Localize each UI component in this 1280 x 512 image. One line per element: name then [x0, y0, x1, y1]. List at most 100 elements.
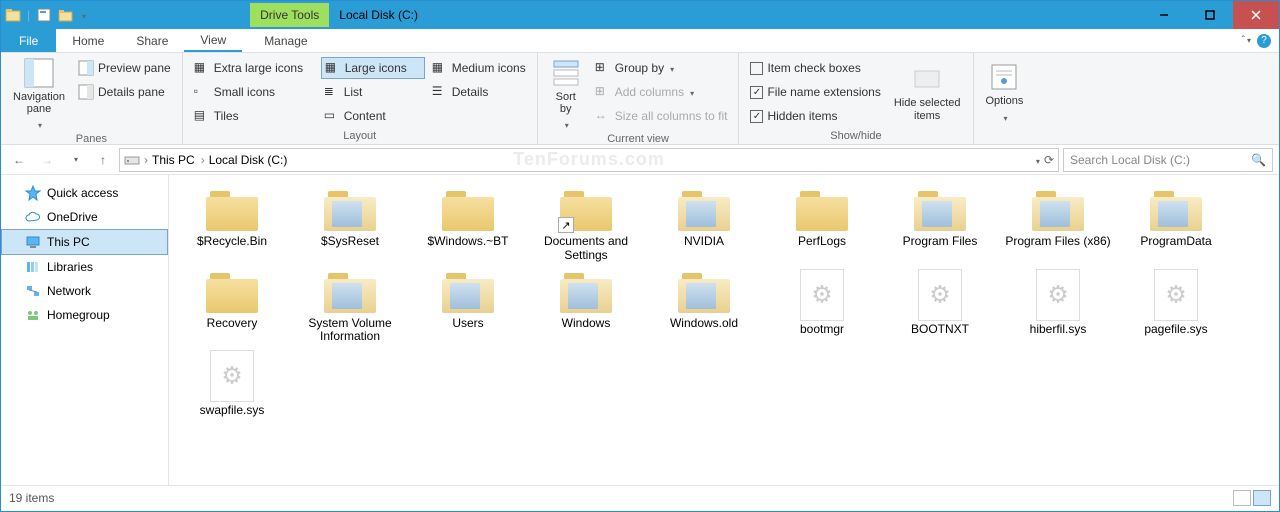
qat-separator: |	[27, 8, 30, 22]
new-folder-icon[interactable]	[58, 7, 74, 23]
file-list[interactable]: $Recycle.Bin $SysReset $Windows.~BT ↗Docume…	[169, 175, 1279, 485]
file-item[interactable]: Program Files (x86)	[1003, 187, 1113, 263]
breadcrumb-drive[interactable]: Local Disk (C:)	[209, 153, 288, 167]
close-button[interactable]	[1233, 1, 1279, 29]
small-icons-button[interactable]: ▫Small icons	[191, 81, 317, 103]
file-item[interactable]: hiberfil.sys	[1003, 269, 1113, 345]
folder-icon	[204, 269, 260, 315]
file-label: $SysReset	[321, 235, 379, 249]
system-file-icon	[800, 269, 844, 321]
file-label: NVIDIA	[684, 235, 724, 249]
content-button[interactable]: ▭Content	[321, 105, 425, 127]
sidebar-item-libraries[interactable]: Libraries	[1, 255, 168, 279]
sidebar-item-network[interactable]: Network	[1, 279, 168, 303]
file-item[interactable]: Recovery	[177, 269, 287, 345]
file-item[interactable]: $Windows.~BT	[413, 187, 523, 263]
file-label: Windows	[562, 317, 611, 331]
navigation-pane-button[interactable]: Navigation pane	[9, 57, 69, 131]
help-icon[interactable]: ?	[1257, 34, 1271, 48]
file-item[interactable]: BOOTNXT	[885, 269, 995, 345]
file-item[interactable]: NVIDIA	[649, 187, 759, 263]
layout-group-label: Layout	[191, 128, 529, 144]
file-name-extensions-toggle[interactable]: File name extensions	[747, 81, 883, 103]
home-icon	[25, 307, 41, 323]
file-item[interactable]: Windows	[531, 269, 641, 345]
qat-dropdown-icon[interactable]	[80, 8, 86, 22]
sidebar-item-homegroup[interactable]: Homegroup	[1, 303, 168, 327]
file-item[interactable]: PerfLogs	[767, 187, 877, 263]
forward-button[interactable]: →	[35, 148, 59, 172]
search-icon: 🔍	[1251, 153, 1266, 167]
large-icons-button[interactable]: ▦Large icons	[321, 57, 425, 79]
address-dropdown-icon[interactable]	[1034, 153, 1040, 167]
share-tab[interactable]: Share	[120, 29, 184, 52]
file-item[interactable]: bootmgr	[767, 269, 877, 345]
file-item[interactable]: swapfile.sys	[177, 350, 287, 418]
system-file-icon	[918, 269, 962, 321]
file-item[interactable]: ↗Documents and Settings	[531, 187, 641, 263]
file-item[interactable]: $Recycle.Bin	[177, 187, 287, 263]
view-tab[interactable]: View	[184, 29, 242, 52]
details-button[interactable]: ☰Details	[429, 81, 492, 103]
file-label: hiberfil.sys	[1030, 323, 1087, 337]
up-button[interactable]: ↑	[91, 148, 115, 172]
list-button[interactable]: ≣List	[321, 81, 425, 103]
preview-pane-button[interactable]: Preview pane	[75, 57, 174, 79]
medium-icons-button[interactable]: ▦Medium icons	[429, 57, 529, 79]
breadcrumb-this-pc[interactable]: This PC›	[152, 153, 205, 167]
file-label: $Windows.~BT	[427, 235, 508, 249]
file-item[interactable]: Users	[413, 269, 523, 345]
explorer-icon	[5, 7, 21, 23]
properties-icon[interactable]	[36, 7, 52, 23]
maximize-button[interactable]	[1187, 1, 1233, 29]
manage-tab[interactable]: Manage	[248, 29, 323, 52]
file-item[interactable]: ProgramData	[1121, 187, 1231, 263]
file-tab[interactable]: File	[1, 29, 56, 52]
address-bar[interactable]: › This PC› Local Disk (C:) TenForums.com…	[119, 148, 1059, 172]
file-label: Program Files (x86)	[1005, 235, 1110, 249]
hidden-items-toggle[interactable]: Hidden items	[747, 105, 883, 127]
hide-selected-items-button: Hide selected items	[890, 57, 965, 128]
sidebar-item-label: Network	[47, 284, 91, 298]
current-view-group: Sort by ⊞Group by ⊞Add columns ↔Size all…	[538, 53, 740, 144]
file-item[interactable]: pagefile.sys	[1121, 269, 1231, 345]
file-item[interactable]: System Volume Information	[295, 269, 405, 345]
group-by-button[interactable]: ⊞Group by	[592, 57, 731, 79]
file-item[interactable]: Windows.old	[649, 269, 759, 345]
sidebar-item-label: Quick access	[47, 186, 118, 200]
folder-icon	[1148, 187, 1204, 233]
folder-icon	[794, 187, 850, 233]
sidebar-item-onedrive[interactable]: OneDrive	[1, 205, 168, 229]
sidebar-item-label: OneDrive	[47, 210, 98, 224]
refresh-icon[interactable]: ⟳	[1044, 153, 1054, 167]
options-group: Options	[974, 53, 1036, 144]
back-button[interactable]: ←	[7, 148, 31, 172]
minimize-button[interactable]	[1141, 1, 1187, 29]
tiles-button[interactable]: ▤Tiles	[191, 105, 317, 127]
sidebar-item-label: This PC	[47, 235, 90, 249]
file-item[interactable]: Program Files	[885, 187, 995, 263]
details-pane-button[interactable]: Details pane	[75, 81, 174, 103]
icons-view-button[interactable]	[1253, 490, 1271, 506]
view-mode-buttons	[1233, 490, 1271, 506]
panes-group: Navigation pane Preview pane Details pan…	[1, 53, 183, 144]
file-item[interactable]: $SysReset	[295, 187, 405, 263]
ribbon: Navigation pane Preview pane Details pan…	[1, 53, 1279, 145]
star-icon	[25, 185, 41, 201]
drive-tools-tab[interactable]: Drive Tools	[250, 3, 329, 27]
item-check-boxes-toggle[interactable]: Item check boxes	[747, 57, 883, 79]
add-columns-button: ⊞Add columns	[592, 81, 731, 103]
extra-large-icons-button[interactable]: ▦Extra large icons	[191, 57, 317, 79]
home-tab[interactable]: Home	[56, 29, 120, 52]
folder-icon	[322, 269, 378, 315]
ribbon-collapse-icon[interactable]: ˆ	[1242, 35, 1251, 46]
sort-by-button[interactable]: Sort by	[546, 57, 586, 131]
search-box[interactable]: Search Local Disk (C:) 🔍	[1063, 148, 1273, 172]
options-button[interactable]: Options	[982, 57, 1028, 128]
sidebar-item-this-pc[interactable]: This PC	[1, 229, 168, 255]
details-view-button[interactable]	[1233, 490, 1251, 506]
folder-icon	[440, 269, 496, 315]
sidebar-item-quick-access[interactable]: Quick access	[1, 181, 168, 205]
file-label: swapfile.sys	[200, 404, 265, 418]
history-dropdown[interactable]	[63, 148, 87, 172]
